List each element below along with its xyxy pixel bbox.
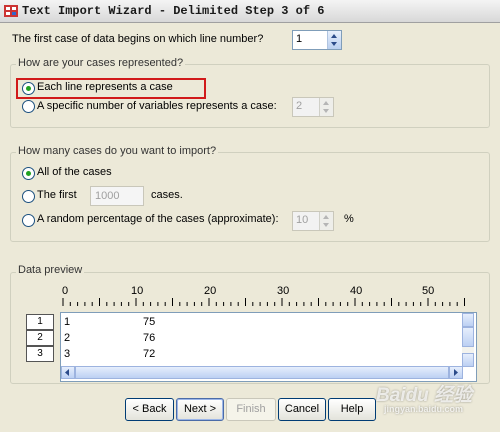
percent-sign: % <box>344 213 354 225</box>
scroll-up-icon[interactable] <box>462 313 474 327</box>
next-button[interactable]: Next > <box>176 398 224 421</box>
radio-each-line[interactable] <box>22 82 35 95</box>
ruler-label-50: 50 <box>422 285 435 297</box>
ruler-label-30: 30 <box>277 285 290 297</box>
spin-up-icon[interactable] <box>331 34 337 38</box>
first-n-suffix: cases. <box>151 189 183 201</box>
scroll-left-icon[interactable] <box>61 366 75 379</box>
spin-up-icon[interactable] <box>323 215 329 219</box>
preview-cell: 75 <box>143 316 156 328</box>
option-all-label[interactable]: All of the cases <box>37 166 112 178</box>
first-case-spin-buttons[interactable] <box>327 31 341 49</box>
specific-spin-buttons[interactable] <box>319 98 333 116</box>
radio-all-cases[interactable] <box>22 167 35 180</box>
preview-vertical-scrollbar[interactable] <box>462 313 474 367</box>
spin-down-icon[interactable] <box>323 109 329 113</box>
radio-first-n[interactable] <box>22 190 35 203</box>
import-group-legend: How many cases do you want to import? <box>16 145 219 157</box>
random-spin-buttons[interactable] <box>319 212 333 230</box>
preview-cell: 2 <box>64 332 71 344</box>
back-button[interactable]: < Back <box>125 398 174 421</box>
preview-cell: 1 <box>64 316 71 328</box>
represent-group-legend: How are your cases represented? <box>16 57 186 69</box>
finish-button[interactable]: Finish <box>226 398 276 421</box>
row-number-1: 1 <box>26 314 54 330</box>
specific-variables-value: 2 <box>296 100 303 112</box>
watermark-url: jingyan.baidu.com <box>384 404 464 414</box>
ruler-label-40: 40 <box>350 285 363 297</box>
ruler-label-20: 20 <box>204 285 217 297</box>
scroll-right-icon[interactable] <box>449 366 463 379</box>
option-each-line-label[interactable]: Each line represents a case <box>37 81 173 93</box>
preview-cell: 72 <box>143 348 156 360</box>
option-first-label[interactable]: The first <box>37 189 77 201</box>
specific-variables-spinner[interactable]: 2 <box>292 97 334 117</box>
row-number-3: 3 <box>26 346 54 362</box>
first-n-value: 1000 <box>95 190 120 202</box>
scroll-h-thumb[interactable] <box>75 366 449 379</box>
preview-horizontal-scrollbar[interactable] <box>61 366 463 379</box>
help-button[interactable]: Help <box>328 398 376 421</box>
first-n-field[interactable]: 1000 <box>90 186 144 206</box>
window-title: Text Import Wizard - Delimited Step 3 of… <box>22 4 325 18</box>
spin-down-icon[interactable] <box>331 42 337 46</box>
option-random-label[interactable]: A random percentage of the cases (approx… <box>37 213 279 225</box>
option-specific-label[interactable]: A specific number of variables represent… <box>37 100 277 112</box>
first-case-spinner[interactable]: 1 <box>292 30 342 50</box>
random-percentage-spinner[interactable]: 10 <box>292 211 334 231</box>
first-case-value: 1 <box>296 33 303 45</box>
scroll-thumb[interactable] <box>462 327 474 347</box>
cancel-button[interactable]: Cancel <box>278 398 326 421</box>
scroll-down-icon[interactable] <box>462 353 474 367</box>
first-case-label: The first case of data begins on which l… <box>12 33 264 45</box>
row-number-2: 2 <box>26 330 54 346</box>
radio-specific-variables[interactable] <box>22 100 35 113</box>
preview-cell: 76 <box>143 332 156 344</box>
spin-up-icon[interactable] <box>323 101 329 105</box>
preview-cell: 3 <box>64 348 71 360</box>
ruler-label-10: 10 <box>131 285 144 297</box>
radio-random-percentage[interactable] <box>22 214 35 227</box>
ruler-label-0: 0 <box>62 285 69 297</box>
random-percentage-value: 10 <box>296 214 309 226</box>
watermark-logo: Baidu 经验 <box>376 385 473 406</box>
app-icon <box>4 5 18 17</box>
ruler-ticks <box>62 298 465 306</box>
title-bar[interactable]: Text Import Wizard - Delimited Step 3 of… <box>0 0 500 23</box>
preview-group-legend: Data preview <box>16 264 85 276</box>
spin-down-icon[interactable] <box>323 223 329 227</box>
